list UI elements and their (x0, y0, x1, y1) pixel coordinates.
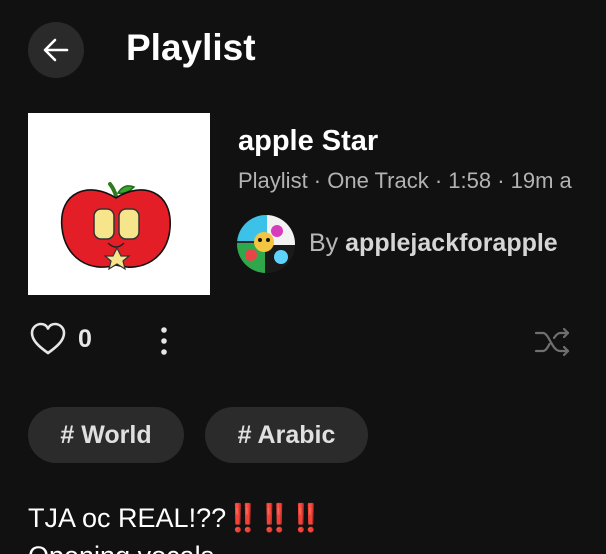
back-button[interactable] (28, 22, 84, 78)
apple-artwork (60, 182, 171, 271)
tag-world[interactable]: # World (28, 407, 184, 463)
author-avatar[interactable] (237, 215, 295, 273)
more-options-button[interactable] (152, 326, 176, 361)
playlist-screen: Playlist apple Star Playlist · One Track… (0, 0, 606, 554)
playlist-cover-art[interactable] (28, 113, 210, 295)
author-name[interactable]: applejackforapple (345, 229, 558, 257)
description-emphasis: ‼️‼️‼️ (226, 503, 323, 533)
author-prefix: By (309, 229, 339, 257)
like-button[interactable]: 0 (30, 322, 92, 356)
page-title: Playlist (126, 27, 256, 68)
tag-arabic[interactable]: # Arabic (205, 407, 368, 463)
description-line-1: TJA oc REAL!??‼️‼️‼️ (28, 500, 323, 536)
playlist-title: apple Star (238, 125, 379, 157)
shuffle-button[interactable] (534, 326, 572, 363)
playlist-meta: Playlist · One Track · 1:58 · 19m a (238, 168, 572, 193)
description-text: TJA oc REAL!?? (28, 503, 227, 533)
vertical-dots-icon (161, 327, 167, 355)
avatar-image (237, 215, 295, 273)
description-line-2: Opening vocals (28, 538, 214, 554)
heart-icon (30, 322, 66, 355)
shuffle-icon (534, 327, 570, 357)
author-byline[interactable]: By applejackforapple (309, 229, 558, 258)
like-count: 0 (78, 324, 92, 353)
arrow-left-icon (43, 38, 69, 62)
